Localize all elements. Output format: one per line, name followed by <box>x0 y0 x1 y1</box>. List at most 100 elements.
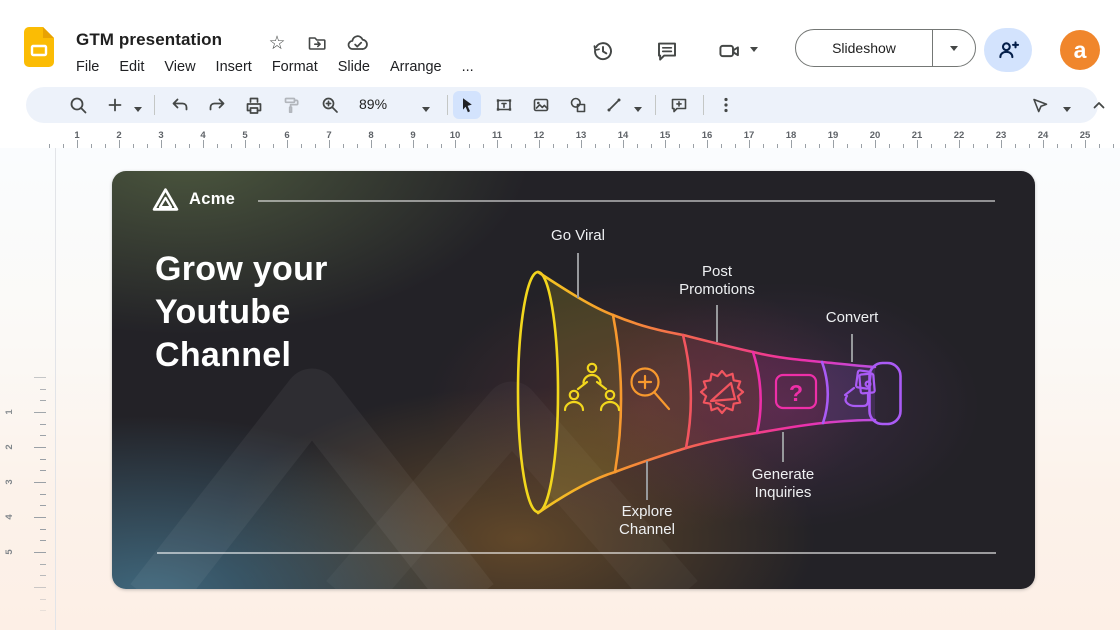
redo-icon[interactable] <box>203 91 231 119</box>
ruler-tick <box>34 552 46 553</box>
share-button[interactable] <box>984 28 1032 72</box>
ruler-tick <box>1043 140 1044 148</box>
menu-insert[interactable]: Insert <box>206 56 262 78</box>
funnel-stage-label[interactable]: Convert <box>802 309 902 327</box>
zoom-icon[interactable] <box>316 91 344 119</box>
menu-file[interactable]: File <box>66 56 109 78</box>
join-call-camera-icon[interactable] <box>714 36 744 66</box>
document-title[interactable]: GTM presentation <box>76 30 222 50</box>
text-box-tool[interactable] <box>490 91 518 119</box>
ruler-number: 2 <box>2 440 16 454</box>
ruler-tick <box>34 377 46 378</box>
svg-text:?: ? <box>789 380 803 406</box>
ruler-border <box>55 148 56 630</box>
camera-dropdown-caret[interactable] <box>750 47 758 52</box>
ruler-tick <box>40 494 46 495</box>
ruler-tick <box>833 140 834 148</box>
paint-format-icon[interactable] <box>277 91 305 119</box>
more-options-icon[interactable] <box>712 91 740 119</box>
insert-image-tool[interactable] <box>527 91 555 119</box>
ruler-tick <box>665 140 666 148</box>
ruler-tick <box>77 140 78 148</box>
laser-pointer-icon[interactable] <box>1026 91 1054 119</box>
print-icon[interactable] <box>240 91 268 119</box>
ruler-tick <box>539 140 540 148</box>
slide-title[interactable]: Grow your Youtube Channel <box>155 248 328 377</box>
comment-history-icon[interactable] <box>652 36 682 66</box>
header-rule <box>258 200 995 202</box>
ruler-tick <box>40 505 46 506</box>
ruler-number: 1 <box>2 405 16 419</box>
toolbar-separator <box>154 95 155 115</box>
menu-arrange[interactable]: Arrange <box>380 56 452 78</box>
zoom-dropdown-caret[interactable] <box>422 99 430 117</box>
ruler-tick <box>40 400 46 401</box>
ruler-tick <box>40 470 46 471</box>
ruler-tick <box>119 140 120 148</box>
menu-[interactable]: ... <box>452 56 484 78</box>
toolbar-separator <box>655 95 656 115</box>
menu-bar: FileEditViewInsertFormatSlideArrange... <box>66 54 484 80</box>
slideshow-button[interactable]: Slideshow <box>795 29 976 67</box>
ruler-tick <box>40 424 46 425</box>
menu-view[interactable]: View <box>154 56 205 78</box>
person-add-icon <box>996 38 1020 62</box>
cloud-status-icon[interactable] <box>345 31 369 55</box>
funnel-stage-label[interactable]: Go Viral <box>513 227 643 245</box>
ruler-tick <box>40 389 46 390</box>
account-avatar[interactable]: a <box>1060 30 1100 70</box>
select-tool[interactable] <box>453 91 481 119</box>
move-folder-icon[interactable] <box>305 31 329 55</box>
google-slides-app: GTM presentation ☆ FileEditViewInsertFor… <box>0 0 1120 630</box>
funnel-stage-label[interactable]: Post Promotions <box>670 263 765 299</box>
laser-dropdown-caret[interactable] <box>1063 99 1071 117</box>
ruler-tick <box>497 140 498 148</box>
ruler-tick <box>161 140 162 148</box>
slide[interactable]: ? Acme Grow your Youtube Channel Go Vira… <box>112 171 1035 589</box>
ruler-tick <box>917 140 918 148</box>
ruler-tick <box>371 140 372 148</box>
toolbar-separator <box>447 95 448 115</box>
ruler-tick <box>959 140 960 148</box>
vertical-ruler[interactable]: 12345 <box>0 148 55 630</box>
funnel-stage-label[interactable]: Explore Channel <box>601 503 693 539</box>
ruler-tick <box>40 575 46 576</box>
ruler-tick <box>34 587 46 588</box>
brand-name: Acme <box>189 190 235 209</box>
add-comment-icon[interactable] <box>665 91 693 119</box>
ruler-tick <box>329 140 330 148</box>
slides-logo-icon[interactable] <box>24 27 54 67</box>
version-history-icon[interactable] <box>588 36 618 66</box>
footer-rule <box>157 552 996 554</box>
new-slide-caret[interactable] <box>134 99 142 117</box>
star-icon[interactable]: ☆ <box>265 31 289 55</box>
menu-edit[interactable]: Edit <box>109 56 154 78</box>
line-dropdown-caret[interactable] <box>634 99 642 117</box>
funnel-label-connector <box>851 334 853 362</box>
slideshow-dropdown[interactable] <box>933 46 975 51</box>
zoom-level-value[interactable]: 89% <box>359 96 387 112</box>
ruler-tick <box>1085 140 1086 148</box>
funnel-stage-label[interactable]: Generate Inquiries <box>731 466 835 502</box>
ruler-tick <box>34 517 46 518</box>
funnel-label-connector <box>577 253 579 298</box>
insert-line-tool[interactable] <box>600 91 628 119</box>
horizontal-ruler[interactable]: 1234567891011121314151617181920212223242… <box>0 130 1120 148</box>
ruler-number: 5 <box>2 545 16 559</box>
undo-icon[interactable] <box>166 91 194 119</box>
menu-format[interactable]: Format <box>262 56 328 78</box>
ruler-tick <box>40 459 46 460</box>
collapse-toolbar-icon[interactable] <box>1085 91 1113 119</box>
search-menus-icon[interactable] <box>64 91 92 119</box>
ruler-tick <box>287 140 288 148</box>
menu-slide[interactable]: Slide <box>328 56 380 78</box>
ruler-tick <box>203 140 204 148</box>
toolbar-separator <box>703 95 704 115</box>
new-slide-button[interactable] <box>101 91 129 119</box>
funnel-label-connector <box>782 432 784 462</box>
insert-shape-tool[interactable] <box>564 91 592 119</box>
ruler-tick <box>455 140 456 148</box>
ruler-tick <box>1001 140 1002 148</box>
ruler-tick <box>40 564 46 565</box>
ruler-tick <box>34 482 46 483</box>
